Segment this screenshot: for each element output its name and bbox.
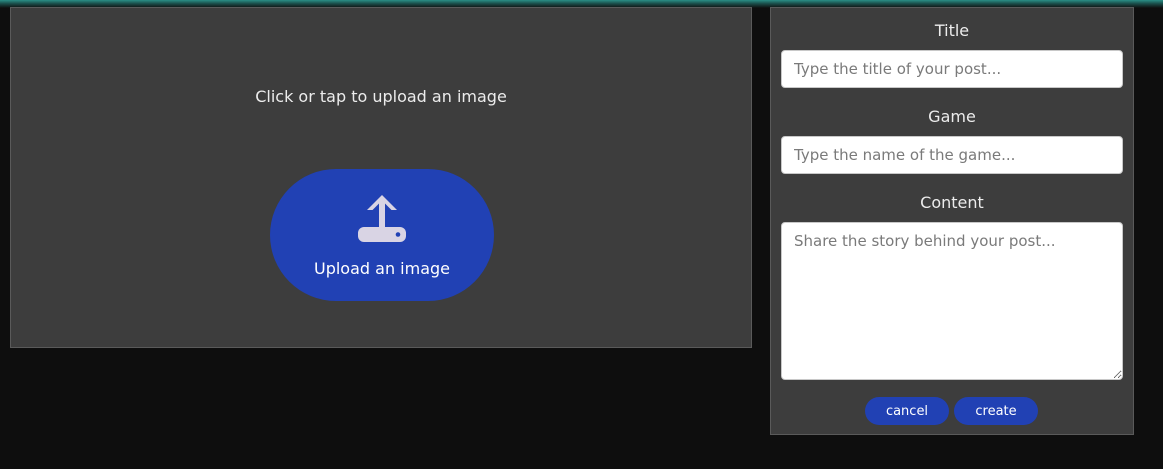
title-input[interactable] — [781, 50, 1123, 88]
content-textarea[interactable] — [781, 222, 1123, 380]
create-button[interactable]: create — [954, 397, 1038, 425]
upload-button-label: Upload an image — [313, 259, 450, 278]
cancel-button[interactable]: cancel — [865, 397, 949, 425]
upload-tray-icon — [358, 195, 406, 242]
game-label: Game — [928, 107, 976, 126]
upload-image-button[interactable]: Upload an image — [270, 169, 494, 301]
game-input[interactable] — [781, 136, 1123, 174]
content-label: Content — [920, 193, 984, 212]
title-label: Title — [934, 21, 970, 40]
upload-prompt-text: Click or tap to upload an image — [255, 87, 507, 106]
image-upload-dropzone[interactable]: Click or tap to upload an image Upload a… — [10, 7, 752, 348]
post-form-panel: Title Game Content cancel create — [770, 7, 1134, 435]
